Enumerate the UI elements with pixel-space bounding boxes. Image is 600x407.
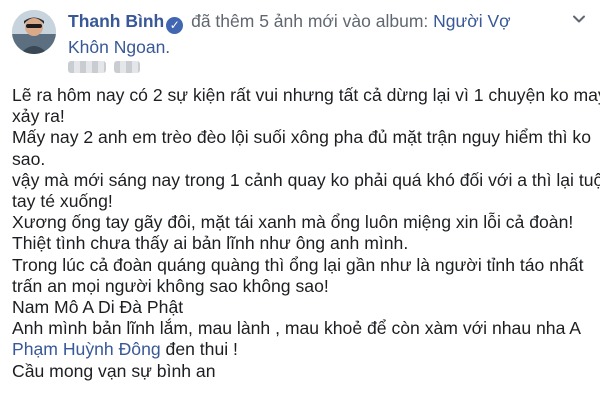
post-header: Thanh Bình ✓ đã thêm 5 ảnh mới vào album:… (68, 8, 548, 60)
post-line: xảy ra! (12, 106, 65, 127)
closing-line: Cầu mong vạn sự bình an (12, 360, 216, 381)
post-meta (68, 58, 148, 73)
timestamp-blurred[interactable] (68, 60, 106, 73)
post-line: Xương ống tay gãy đôi, mặt tái xanh mà ổ… (12, 212, 574, 233)
post-line: Nam Mô A Di Đà Phật (12, 297, 184, 318)
post-line: Thiệt tình chưa thấy ai bản lĩnh như ông… (12, 233, 409, 254)
post-line: vậy mà mới sáng nay trong 1 cảnh quay ko… (12, 169, 600, 190)
chevron-down-icon[interactable] (572, 12, 586, 26)
action-text: đã thêm 5 ảnh mới vào album: (191, 11, 429, 31)
post-body: Lẽ ra hôm nay có 2 sự kiện rất vui nhưng… (12, 85, 600, 382)
post-line: trấn an mọi người không sao không sao! (12, 275, 329, 296)
author-name[interactable]: Thanh Bình (68, 11, 164, 31)
verified-badge-icon: ✓ (166, 17, 184, 34)
post-line: Lẽ ra hôm nay có 2 sự kiện rất vui nhưng… (12, 85, 600, 105)
post-line: sao. (12, 148, 46, 169)
post-line: Anh mình bản lĩnh lắm, mau lành , mau kh… (12, 318, 582, 339)
post-line: Trong lúc cả đoàn quáng quàng thì ổng lạ… (12, 254, 584, 275)
avatar-photo (12, 10, 56, 54)
mention-line: Phạm Huỳnh Đông đen thui ! (12, 339, 594, 360)
mention-link[interactable]: Phạm Huỳnh Đông (12, 339, 161, 359)
mention-after-text: đen thui ! (160, 339, 238, 360)
avatar[interactable] (12, 10, 56, 54)
privacy-icon[interactable] (114, 60, 141, 73)
post-line: tay té xuống! (12, 191, 113, 212)
post-line: Mấy nay 2 anh em trèo đèo lội suối xông … (12, 127, 591, 148)
